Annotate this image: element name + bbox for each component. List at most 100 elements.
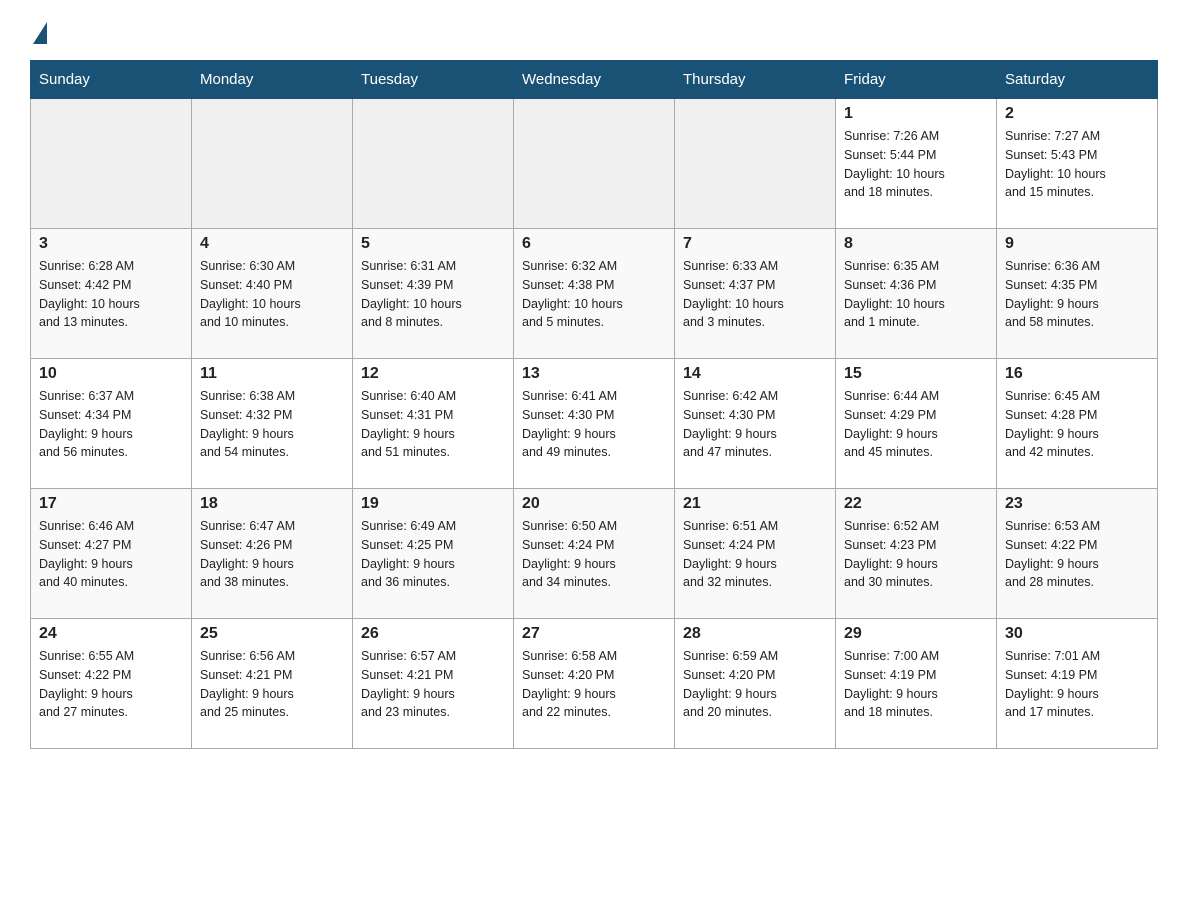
- day-info: Sunrise: 6:53 AM Sunset: 4:22 PM Dayligh…: [1005, 517, 1149, 592]
- day-info: Sunrise: 6:55 AM Sunset: 4:22 PM Dayligh…: [39, 647, 183, 722]
- calendar-cell: [31, 99, 192, 229]
- calendar-cell: 18 Sunrise: 6:47 AM Sunset: 4:26 PM Dayli…: [192, 489, 353, 619]
- day-info: Sunrise: 6:33 AM Sunset: 4:37 PM Dayligh…: [683, 257, 827, 332]
- day-info: Sunrise: 6:38 AM Sunset: 4:32 PM Dayligh…: [200, 387, 344, 462]
- calendar-cell: 1 Sunrise: 7:26 AM Sunset: 5:44 PM Daylig…: [836, 99, 997, 229]
- day-info: Sunrise: 6:46 AM Sunset: 4:27 PM Dayligh…: [39, 517, 183, 592]
- calendar-cell: 28 Sunrise: 6:59 AM Sunset: 4:20 PM Dayli…: [675, 619, 836, 749]
- calendar-cell: 12 Sunrise: 6:40 AM Sunset: 4:31 PM Dayli…: [353, 359, 514, 489]
- day-info: Sunrise: 7:26 AM Sunset: 5:44 PM Dayligh…: [844, 127, 988, 202]
- weekday-header-row: SundayMondayTuesdayWednesdayThursdayFrid…: [31, 61, 1158, 99]
- calendar-cell: 5 Sunrise: 6:31 AM Sunset: 4:39 PM Daylig…: [353, 229, 514, 359]
- calendar-cell: 27 Sunrise: 6:58 AM Sunset: 4:20 PM Dayli…: [514, 619, 675, 749]
- calendar-cell: 17 Sunrise: 6:46 AM Sunset: 4:27 PM Dayli…: [31, 489, 192, 619]
- day-number: 14: [683, 365, 827, 383]
- day-info: Sunrise: 6:51 AM Sunset: 4:24 PM Dayligh…: [683, 517, 827, 592]
- calendar-cell: 26Sunrise: 6:57 AM Sunset: 4:21 PM Dayli…: [353, 619, 514, 749]
- calendar-cell: 16Sunrise: 6:45 AM Sunset: 4:28 PM Dayli…: [997, 359, 1158, 489]
- calendar-cell: [675, 99, 836, 229]
- calendar-cell: 11 Sunrise: 6:38 AM Sunset: 4:32 PM Dayli…: [192, 359, 353, 489]
- day-number: 6: [522, 235, 666, 253]
- calendar-cell: 2Sunrise: 7:27 AM Sunset: 5:43 PM Daylig…: [997, 99, 1158, 229]
- day-number: 19: [361, 495, 505, 513]
- day-info: Sunrise: 6:36 AM Sunset: 4:35 PM Dayligh…: [1005, 257, 1149, 332]
- day-number: 1: [844, 105, 988, 123]
- day-number: 7: [683, 235, 827, 253]
- logo: [30, 20, 90, 40]
- day-info: Sunrise: 6:40 AM Sunset: 4:31 PM Dayligh…: [361, 387, 505, 462]
- day-info: Sunrise: 6:56 AM Sunset: 4:21 PM Dayligh…: [200, 647, 344, 722]
- day-info: Sunrise: 6:41 AM Sunset: 4:30 PM Dayligh…: [522, 387, 666, 462]
- day-number: 21: [683, 495, 827, 513]
- calendar-cell: 13 Sunrise: 6:41 AM Sunset: 4:30 PM Dayli…: [514, 359, 675, 489]
- day-info: Sunrise: 6:47 AM Sunset: 4:26 PM Dayligh…: [200, 517, 344, 592]
- weekday-header-friday: Friday: [836, 61, 997, 99]
- day-number: 15: [844, 365, 988, 383]
- calendar-cell: 22 Sunrise: 6:52 AM Sunset: 4:23 PM Dayli…: [836, 489, 997, 619]
- calendar-cell: 20 Sunrise: 6:50 AM Sunset: 4:24 PM Dayli…: [514, 489, 675, 619]
- day-info: Sunrise: 6:30 AM Sunset: 4:40 PM Dayligh…: [200, 257, 344, 332]
- day-number: 12: [361, 365, 505, 383]
- calendar-cell: [192, 99, 353, 229]
- calendar-cell: 15 Sunrise: 6:44 AM Sunset: 4:29 PM Dayli…: [836, 359, 997, 489]
- calendar-cell: 9 Sunrise: 6:36 AM Sunset: 4:35 PM Daylig…: [997, 229, 1158, 359]
- calendar-cell: 7 Sunrise: 6:33 AM Sunset: 4:37 PM Daylig…: [675, 229, 836, 359]
- day-number: 24: [39, 625, 183, 643]
- calendar-week-row: 10 Sunrise: 6:37 AM Sunset: 4:34 PM Dayli…: [31, 359, 1158, 489]
- day-info: Sunrise: 6:50 AM Sunset: 4:24 PM Dayligh…: [522, 517, 666, 592]
- calendar-week-row: 1 Sunrise: 7:26 AM Sunset: 5:44 PM Daylig…: [31, 99, 1158, 229]
- day-number: 9: [1005, 235, 1149, 253]
- day-info: Sunrise: 6:28 AM Sunset: 4:42 PM Dayligh…: [39, 257, 183, 332]
- day-number: 17: [39, 495, 183, 513]
- day-info: Sunrise: 6:42 AM Sunset: 4:30 PM Dayligh…: [683, 387, 827, 462]
- day-number: 23: [1005, 495, 1149, 513]
- day-number: 18: [200, 495, 344, 513]
- calendar-cell: 10 Sunrise: 6:37 AM Sunset: 4:34 PM Dayli…: [31, 359, 192, 489]
- calendar-cell: 4Sunrise: 6:30 AM Sunset: 4:40 PM Daylig…: [192, 229, 353, 359]
- calendar-cell: 19 Sunrise: 6:49 AM Sunset: 4:25 PM Dayli…: [353, 489, 514, 619]
- weekday-header-monday: Monday: [192, 61, 353, 99]
- weekday-header-thursday: Thursday: [675, 61, 836, 99]
- day-info: Sunrise: 6:58 AM Sunset: 4:20 PM Dayligh…: [522, 647, 666, 722]
- day-number: 22: [844, 495, 988, 513]
- day-number: 29: [844, 625, 988, 643]
- day-number: 25: [200, 625, 344, 643]
- day-info: Sunrise: 6:44 AM Sunset: 4:29 PM Dayligh…: [844, 387, 988, 462]
- day-number: 13: [522, 365, 666, 383]
- calendar-week-row: 3Sunrise: 6:28 AM Sunset: 4:42 PM Daylig…: [31, 229, 1158, 359]
- weekday-header-sunday: Sunday: [31, 61, 192, 99]
- calendar-cell: 6 Sunrise: 6:32 AM Sunset: 4:38 PM Daylig…: [514, 229, 675, 359]
- calendar-cell: 14 Sunrise: 6:42 AM Sunset: 4:30 PM Dayli…: [675, 359, 836, 489]
- day-info: Sunrise: 6:59 AM Sunset: 4:20 PM Dayligh…: [683, 647, 827, 722]
- calendar-cell: 23 Sunrise: 6:53 AM Sunset: 4:22 PM Dayli…: [997, 489, 1158, 619]
- day-number: 10: [39, 365, 183, 383]
- day-info: Sunrise: 6:32 AM Sunset: 4:38 PM Dayligh…: [522, 257, 666, 332]
- calendar-cell: 24 Sunrise: 6:55 AM Sunset: 4:22 PM Dayli…: [31, 619, 192, 749]
- day-info: Sunrise: 7:00 AM Sunset: 4:19 PM Dayligh…: [844, 647, 988, 722]
- logo-triangle-icon: [33, 22, 47, 44]
- day-number: 28: [683, 625, 827, 643]
- calendar-cell: 30Sunrise: 7:01 AM Sunset: 4:19 PM Dayli…: [997, 619, 1158, 749]
- day-info: Sunrise: 6:35 AM Sunset: 4:36 PM Dayligh…: [844, 257, 988, 332]
- weekday-header-saturday: Saturday: [997, 61, 1158, 99]
- day-info: Sunrise: 6:49 AM Sunset: 4:25 PM Dayligh…: [361, 517, 505, 592]
- day-number: 5: [361, 235, 505, 253]
- day-number: 2: [1005, 105, 1149, 123]
- day-info: Sunrise: 6:37 AM Sunset: 4:34 PM Dayligh…: [39, 387, 183, 462]
- day-number: 16: [1005, 365, 1149, 383]
- weekday-header-tuesday: Tuesday: [353, 61, 514, 99]
- day-number: 8: [844, 235, 988, 253]
- page-header: [30, 20, 1158, 40]
- calendar-cell: 8 Sunrise: 6:35 AM Sunset: 4:36 PM Daylig…: [836, 229, 997, 359]
- day-number: 20: [522, 495, 666, 513]
- calendar-cell: 21 Sunrise: 6:51 AM Sunset: 4:24 PM Dayli…: [675, 489, 836, 619]
- day-info: Sunrise: 6:57 AM Sunset: 4:21 PM Dayligh…: [361, 647, 505, 722]
- calendar-cell: 29 Sunrise: 7:00 AM Sunset: 4:19 PM Dayli…: [836, 619, 997, 749]
- day-info: Sunrise: 6:52 AM Sunset: 4:23 PM Dayligh…: [844, 517, 988, 592]
- day-info: Sunrise: 6:31 AM Sunset: 4:39 PM Dayligh…: [361, 257, 505, 332]
- day-number: 27: [522, 625, 666, 643]
- day-number: 11: [200, 365, 344, 383]
- day-number: 30: [1005, 625, 1149, 643]
- weekday-header-wednesday: Wednesday: [514, 61, 675, 99]
- calendar-week-row: 24 Sunrise: 6:55 AM Sunset: 4:22 PM Dayli…: [31, 619, 1158, 749]
